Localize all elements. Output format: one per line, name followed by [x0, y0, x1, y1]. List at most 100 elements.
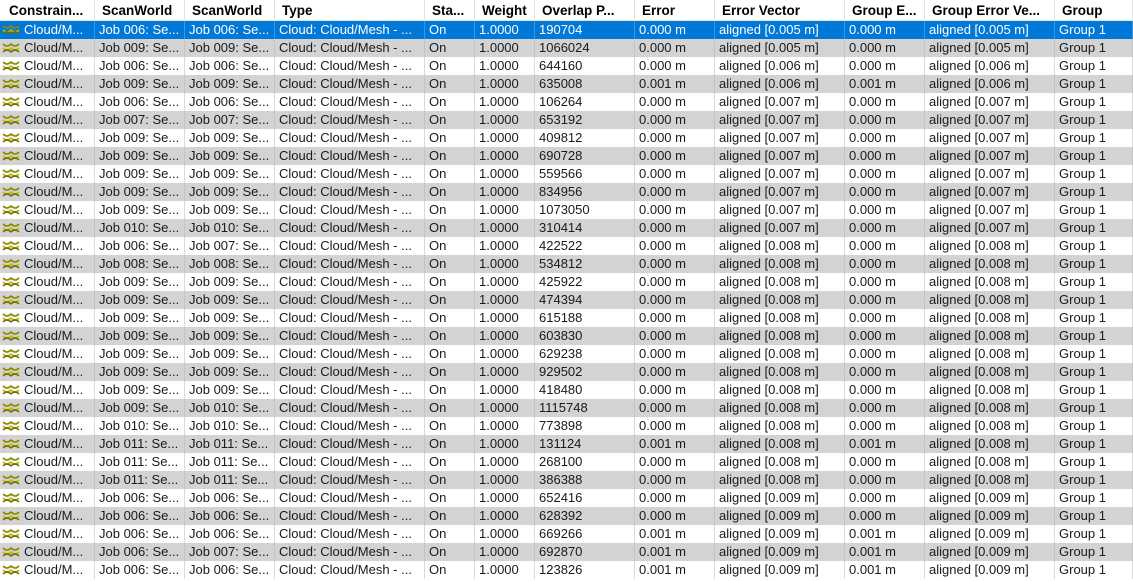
table-row[interactable]: Cloud/M... Job 011: Se... Job 011: Se... Cl…: [0, 471, 1133, 489]
table-row[interactable]: Cloud/M... Job 010: Se... Job 010: Se... Cl…: [0, 417, 1133, 435]
col-error-vector-cell: aligned [0.008 m]: [715, 345, 845, 363]
col-status-cell: On: [425, 327, 475, 345]
table-row[interactable]: Cloud/M... Job 009: Se... Job 009: Se... Cl…: [0, 345, 1133, 363]
col-group-error-cell: 0.000 m: [845, 165, 925, 183]
col-error-cell: 0.000 m: [635, 39, 715, 57]
col-scanworld-2-cell: Job 007: Se...: [185, 237, 275, 255]
constraint-name: Cloud/M...: [24, 112, 84, 127]
col-status-cell: On: [425, 381, 475, 399]
table-row[interactable]: Cloud/M... Job 009: Se... Job 009: Se... Cl…: [0, 363, 1133, 381]
cloud-constraint-icon: [2, 402, 20, 413]
col-scanworld-2-cell: Job 009: Se...: [185, 309, 275, 327]
col-error-cell: 0.000 m: [635, 201, 715, 219]
col-status-cell: On: [425, 543, 475, 561]
col-constraint-cell: Cloud/M...: [0, 39, 95, 57]
col-weight-cell: 1.0000: [475, 345, 535, 363]
table-row[interactable]: Cloud/M... Job 007: Se... Job 007: Se... Cl…: [0, 111, 1133, 129]
col-weight-cell: 1.0000: [475, 363, 535, 381]
table-row[interactable]: Cloud/M... Job 006: Se... Job 007: Se... Cl…: [0, 237, 1133, 255]
col-error-vector-cell: aligned [0.007 m]: [715, 165, 845, 183]
col-group-error-cell: 0.000 m: [845, 39, 925, 57]
col-error-vector-cell: aligned [0.008 m]: [715, 399, 845, 417]
col-overlap-points-cell: 474394: [535, 291, 635, 309]
col-group-error-header[interactable]: Group E...: [845, 0, 925, 21]
col-group-error-vector-cell: aligned [0.007 m]: [925, 201, 1055, 219]
table-row[interactable]: Cloud/M... Job 009: Se... Job 009: Se... Cl…: [0, 129, 1133, 147]
col-constraint-cell: Cloud/M...: [0, 219, 95, 237]
col-scanworld-1-cell: Job 009: Se...: [95, 291, 185, 309]
col-group-cell: Group 1: [1055, 183, 1133, 201]
col-group-cell: Group 1: [1055, 435, 1133, 453]
table-row[interactable]: Cloud/M... Job 009: Se... Job 009: Se... Cl…: [0, 291, 1133, 309]
table-row[interactable]: Cloud/M... Job 009: Se... Job 009: Se... Cl…: [0, 39, 1133, 57]
col-group-error-cell: 0.000 m: [845, 489, 925, 507]
col-scanworld-1-cell: Job 011: Se...: [95, 453, 185, 471]
table-row[interactable]: Cloud/M... Job 009: Se... Job 010: Se... Cl…: [0, 399, 1133, 417]
col-scanworld-2-header[interactable]: ScanWorld: [185, 0, 275, 21]
table-row[interactable]: Cloud/M... Job 009: Se... Job 009: Se... Cl…: [0, 273, 1133, 291]
col-group-cell: Group 1: [1055, 273, 1133, 291]
table-row[interactable]: Cloud/M... Job 006: Se... Job 006: Se... Cl…: [0, 57, 1133, 75]
col-scanworld-1-header[interactable]: ScanWorld: [95, 0, 185, 21]
col-error-header[interactable]: Error: [635, 0, 715, 21]
table-row[interactable]: Cloud/M... Job 009: Se... Job 009: Se... Cl…: [0, 309, 1133, 327]
col-type-cell: Cloud: Cloud/Mesh - ...: [275, 21, 425, 39]
col-status-cell: On: [425, 471, 475, 489]
table-row[interactable]: Cloud/M... Job 009: Se... Job 009: Se... Cl…: [0, 147, 1133, 165]
col-status-cell: On: [425, 147, 475, 165]
table-row[interactable]: Cloud/M... Job 006: Se... Job 006: Se... Cl…: [0, 93, 1133, 111]
table-row[interactable]: Cloud/M... Job 009: Se... Job 009: Se... Cl…: [0, 381, 1133, 399]
table-row[interactable]: Cloud/M... Job 006: Se... Job 006: Se... Cl…: [0, 489, 1133, 507]
col-constraint-cell: Cloud/M...: [0, 291, 95, 309]
col-scanworld-2-cell: Job 009: Se...: [185, 345, 275, 363]
constraint-name: Cloud/M...: [24, 544, 84, 559]
col-type-cell: Cloud: Cloud/Mesh - ...: [275, 219, 425, 237]
col-weight-cell: 1.0000: [475, 255, 535, 273]
col-scanworld-2-cell: Job 009: Se...: [185, 165, 275, 183]
table-row[interactable]: Cloud/M... Job 009: Se... Job 009: Se... Cl…: [0, 165, 1133, 183]
col-status-cell: On: [425, 309, 475, 327]
constraint-name: Cloud/M...: [24, 364, 84, 379]
table-row[interactable]: Cloud/M... Job 009: Se... Job 009: Se... Cl…: [0, 75, 1133, 93]
col-group-error-vector-cell: aligned [0.008 m]: [925, 399, 1055, 417]
col-status-header[interactable]: Sta...: [425, 0, 475, 21]
table-row[interactable]: Cloud/M... Job 006: Se... Job 006: Se... Cl…: [0, 507, 1133, 525]
col-constraint-cell: Cloud/M...: [0, 183, 95, 201]
col-group-cell: Group 1: [1055, 147, 1133, 165]
col-group-error-cell: 0.000 m: [845, 183, 925, 201]
col-error-vector-cell: aligned [0.009 m]: [715, 525, 845, 543]
col-group-error-vector-cell: aligned [0.008 m]: [925, 273, 1055, 291]
table-row[interactable]: Cloud/M... Job 006: Se... Job 007: Se... Cl…: [0, 543, 1133, 561]
table-row[interactable]: Cloud/M... Job 009: Se... Job 009: Se... Cl…: [0, 183, 1133, 201]
col-group-error-cell: 0.000 m: [845, 255, 925, 273]
col-type-header[interactable]: Type: [275, 0, 425, 21]
col-status-cell: On: [425, 129, 475, 147]
col-error-vector-header[interactable]: Error Vector: [715, 0, 845, 21]
col-error-cell: 0.000 m: [635, 363, 715, 381]
col-constraint-header[interactable]: Constrain...: [0, 0, 95, 21]
table-row[interactable]: Cloud/M... Job 011: Se... Job 011: Se... Cl…: [0, 453, 1133, 471]
table-row[interactable]: Cloud/M... Job 006: Se... Job 006: Se... Cl…: [0, 561, 1133, 579]
col-group-error-vector-header[interactable]: Group Error Ve...: [925, 0, 1055, 21]
table-row[interactable]: Cloud/M... Job 010: Se... Job 010: Se... Cl…: [0, 219, 1133, 237]
table-row[interactable]: Cloud/M... Job 006: Se... Job 006: Se... Cl…: [0, 21, 1133, 39]
col-scanworld-1-cell: Job 009: Se...: [95, 399, 185, 417]
table-row[interactable]: Cloud/M... Job 008: Se... Job 008: Se... Cl…: [0, 255, 1133, 273]
table-row[interactable]: Cloud/M... Job 011: Se... Job 011: Se... Cl…: [0, 435, 1133, 453]
col-error-cell: 0.000 m: [635, 165, 715, 183]
col-error-cell: 0.001 m: [635, 525, 715, 543]
col-scanworld-2-cell: Job 010: Se...: [185, 219, 275, 237]
table-row[interactable]: Cloud/M... Job 009: Se... Job 009: Se... Cl…: [0, 201, 1133, 219]
table-row[interactable]: Cloud/M... Job 006: Se... Job 006: Se... Cl…: [0, 525, 1133, 543]
col-group-header[interactable]: Group: [1055, 0, 1133, 21]
col-error-cell: 0.000 m: [635, 93, 715, 111]
table-row[interactable]: Cloud/M... Job 009: Se... Job 009: Se... Cl…: [0, 327, 1133, 345]
col-group-error-cell: 0.000 m: [845, 399, 925, 417]
col-weight-cell: 1.0000: [475, 507, 535, 525]
col-overlap-points-header[interactable]: Overlap P...: [535, 0, 635, 21]
col-constraint-cell: Cloud/M...: [0, 147, 95, 165]
col-weight-header[interactable]: Weight: [475, 0, 535, 21]
col-group-error-vector-cell: aligned [0.007 m]: [925, 165, 1055, 183]
col-group-cell: Group 1: [1055, 561, 1133, 579]
constraint-name: Cloud/M...: [24, 256, 84, 271]
